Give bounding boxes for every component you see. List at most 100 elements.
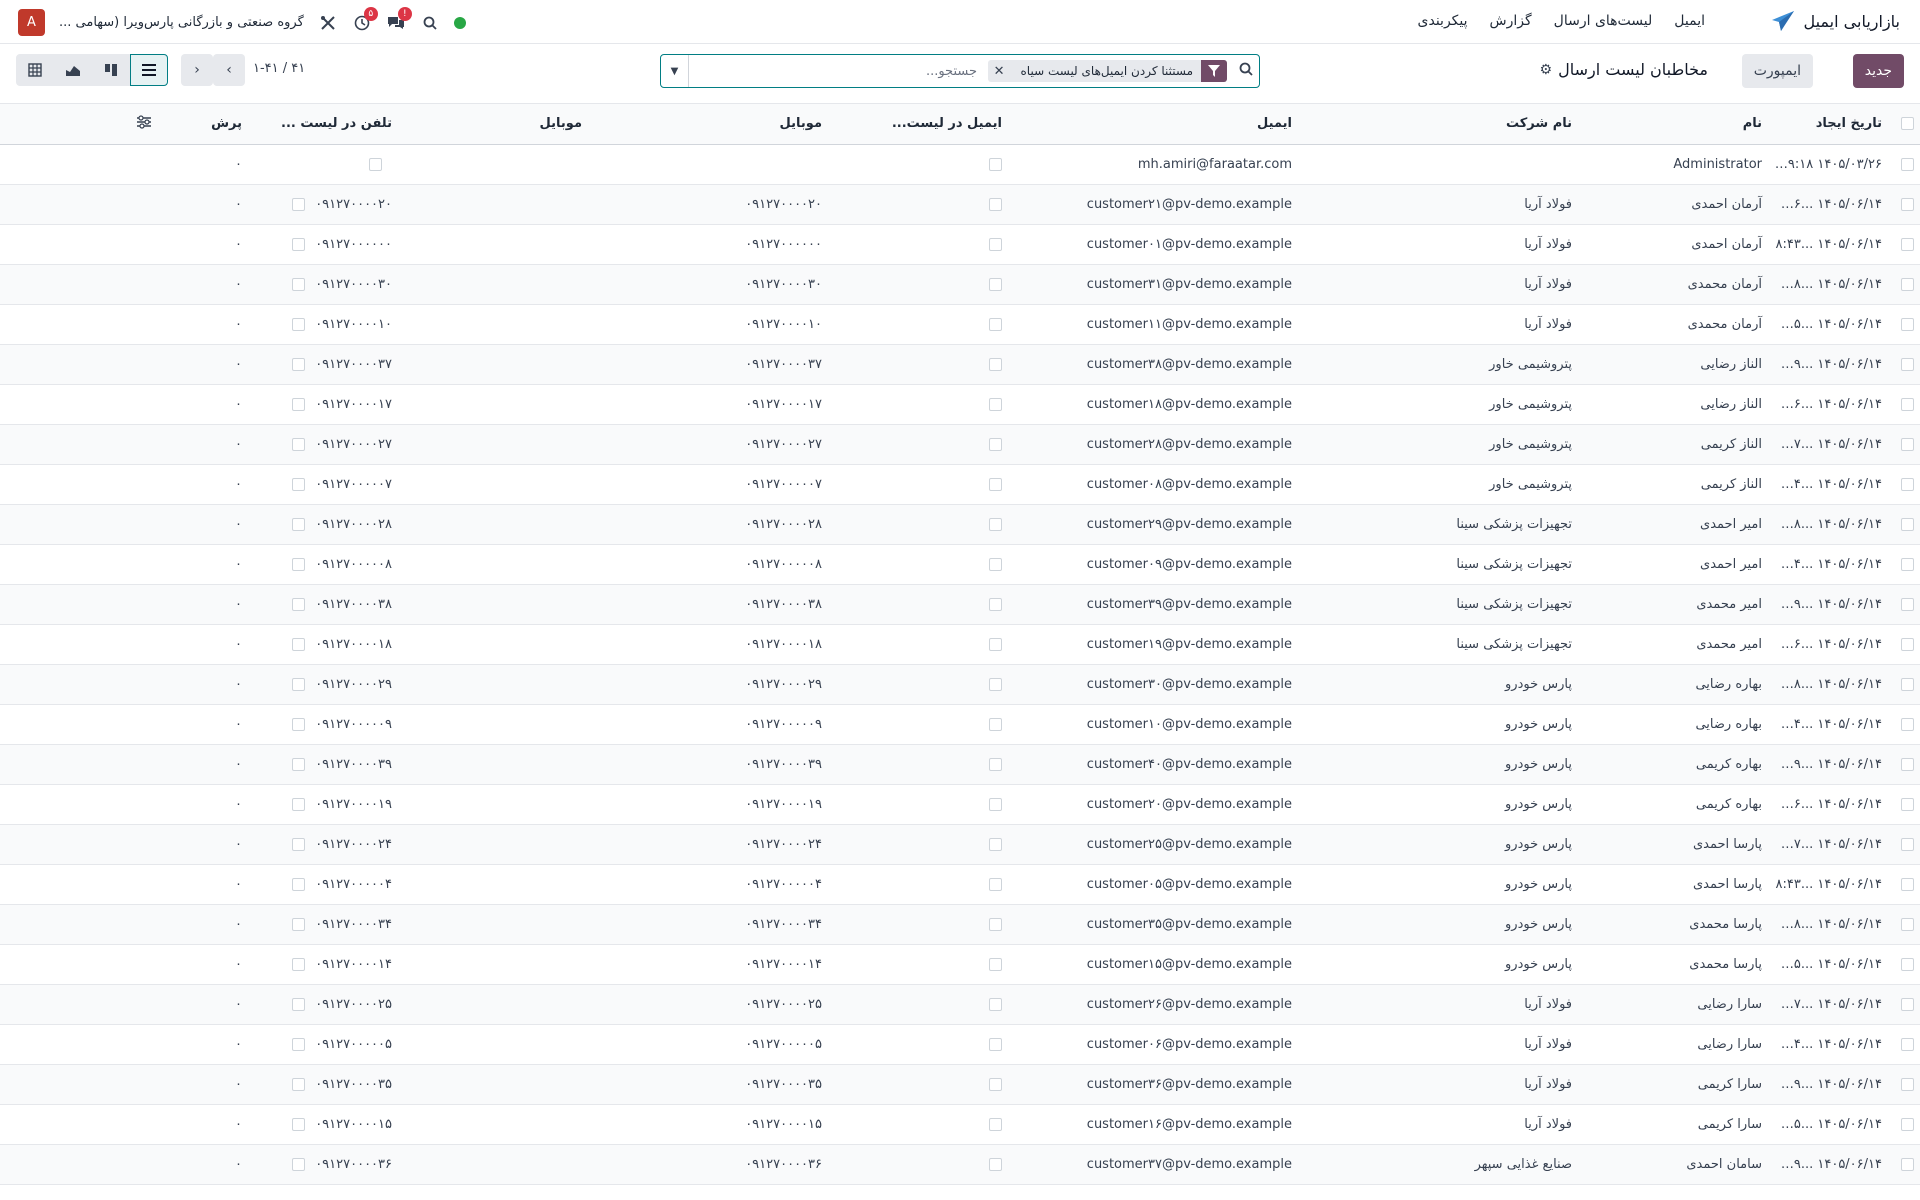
column-header-mobile-2[interactable]: موبایل [398, 104, 588, 145]
cell-name: بهاره رضایی [1578, 664, 1768, 705]
column-header-phone-blacklisted[interactable]: تلفن در لیست ... [248, 104, 398, 145]
pager-previous-button[interactable]: ‹ [181, 54, 213, 86]
cell-bounce: ۰ [158, 944, 248, 985]
table-row[interactable]: ۱۴۰۵/۰۶/۱۴ ...۴۸:۴۸ پارسا محمدی پارس خودرو… [0, 904, 1920, 945]
app-brand[interactable]: بازاریابی ایمیل [1771, 10, 1900, 32]
cell-settings-spacer [0, 1104, 158, 1145]
table-row[interactable]: ۱۴۰۵/۰۶/۱۴ ...۴۸:۴۴ بهاره رضایی پارس خودرو… [0, 704, 1920, 745]
row-select-checkbox[interactable] [1888, 904, 1920, 945]
row-select-checkbox[interactable] [1888, 824, 1920, 865]
kanban-view-icon[interactable] [92, 54, 130, 86]
table-row[interactable]: ۱۴۰۵/۰۶/۱۴ ...۴۸:۴۴ سارا رضایی فولاد آریا c… [0, 1024, 1920, 1065]
cell-email-blacklisted-checkbox [828, 744, 1008, 785]
activity-clock-icon[interactable]: ۵ [352, 6, 378, 33]
row-select-checkbox[interactable] [1888, 1024, 1920, 1065]
menu-item-configuration[interactable]: پیکربندی [1418, 13, 1468, 29]
row-select-checkbox[interactable] [1888, 504, 1920, 545]
row-select-checkbox[interactable] [1888, 184, 1920, 225]
column-header-email[interactable]: ایمیل [1008, 104, 1298, 145]
row-select-checkbox[interactable] [1888, 784, 1920, 825]
select-all-checkbox[interactable] [1888, 104, 1920, 145]
graph-view-icon[interactable] [54, 54, 92, 86]
pager-next-button[interactable]: › [213, 54, 245, 86]
table-row[interactable]: ۱۴۰۵/۰۶/۱۴ ...۴۸:۴۶ امیر محمدی تجهیزات پزش… [0, 624, 1920, 665]
close-icon[interactable]: ✕ [988, 64, 1013, 79]
table-row[interactable]: ۱۴۰۵/۰۶/۱۴ ...۴۸:۴۹ امیر محمدی تجهیزات پزش… [0, 584, 1920, 625]
row-select-checkbox[interactable] [1888, 304, 1920, 345]
row-select-checkbox[interactable] [1888, 144, 1920, 185]
row-select-checkbox[interactable] [1888, 984, 1920, 1025]
phone-value: ۰۹۱۲۷۰۰۰۰۲۵ [315, 996, 392, 1012]
tools-icon[interactable] [318, 13, 338, 33]
row-select-checkbox[interactable] [1888, 424, 1920, 465]
table-row[interactable]: ۱۴۰۵/۰۶/۱۴ ...۸:۴۳ آرمان احمدی فولاد آریا c… [0, 224, 1920, 265]
gear-icon[interactable]: ⚙ [1540, 62, 1553, 78]
row-select-checkbox[interactable] [1888, 544, 1920, 585]
table-row[interactable]: ۱۴۰۵/۰۶/۱۴ ...۴۸:۴۸ آرمان محمدی فولاد آریا… [0, 264, 1920, 305]
row-select-checkbox[interactable] [1888, 624, 1920, 665]
search-icon[interactable] [1233, 62, 1253, 82]
cell-mobile-spacer [398, 304, 588, 345]
menu-item-email[interactable]: ایمیل [1674, 13, 1705, 29]
row-select-checkbox[interactable] [1888, 224, 1920, 265]
table-row[interactable]: ۱۴۰۵/۰۶/۱۴ ...۴۸:۴۴ الناز کریمی پتروشیمی خ… [0, 464, 1920, 505]
chevron-down-icon[interactable]: ▼ [661, 55, 689, 87]
cell-create-date: ۱۴۰۵/۰۶/۱۴ ...۴۸:۴۶ [1768, 384, 1888, 425]
table-row[interactable]: ۱۴۰۵/۰۶/۱۴ ...۴۸:۴۵ پارسا محمدی پارس خودرو… [0, 944, 1920, 985]
cell-bounce: ۰ [158, 864, 248, 905]
table-row[interactable]: ۱۴۰۵/۰۶/۱۴ ...۴۸:۴۷ الناز کریمی پتروشیمی خ… [0, 424, 1920, 465]
row-select-checkbox[interactable] [1888, 464, 1920, 505]
company-switcher[interactable]: گروه صنعتی و بازرگانی پارس‌ویرا (سهامی .… [59, 15, 304, 30]
table-row[interactable]: ۱۴۰۵/۰۶/۱۴ ...۴۸:۴۹ سارا کریمی فولاد آریا c… [0, 1064, 1920, 1105]
table-row[interactable]: ۱۴۰۵/۰۶/۱۴ ...۴۸:۴۸ امیر احمدی تجهیزات پزش… [0, 504, 1920, 545]
column-header-create-date[interactable]: تاریخ ایجاد [1768, 104, 1888, 145]
row-select-checkbox[interactable] [1888, 864, 1920, 905]
row-select-checkbox[interactable] [1888, 664, 1920, 705]
column-header-bounce[interactable]: پرش [158, 104, 248, 145]
table-row[interactable]: ۱۴۰۵/۰۶/۱۴ ...۴۸:۴۷ پارسا احمدی پارس خودرو… [0, 824, 1920, 865]
row-select-checkbox[interactable] [1888, 264, 1920, 305]
column-header-company[interactable]: نام شرکت [1298, 104, 1578, 145]
row-select-checkbox[interactable] [1888, 344, 1920, 385]
row-select-checkbox[interactable] [1888, 584, 1920, 625]
phone-blacklisted-checkbox [292, 557, 306, 571]
search-input[interactable] [692, 59, 977, 83]
pager-value[interactable]: ۱-۴۱ / ۴۱ [253, 61, 305, 76]
column-header-name[interactable]: نام [1578, 104, 1768, 145]
table-row[interactable]: ۱۴۰۵/۰۶/۱۴ ...۴۸:۴۶ بهاره کریمی پارس خودرو… [0, 784, 1920, 825]
row-select-checkbox[interactable] [1888, 704, 1920, 745]
import-button[interactable]: ایمپورت [1741, 54, 1813, 88]
table-row[interactable]: ۱۴۰۵/۰۶/۱۴ ...۴۸:۴۹ بهاره کریمی پارس خودرو… [0, 744, 1920, 785]
table-row[interactable]: ۱۴۰۵/۰۳/۲۶ ۱۸:۱۹:۱۸Administrator mh.amiri… [0, 144, 1920, 185]
new-button[interactable]: جدید [1852, 54, 1904, 88]
column-header-mobile[interactable]: موبایل [588, 104, 828, 145]
table-row[interactable]: ۱۴۰۵/۰۶/۱۴ ...۴۸:۴۸ بهاره رضایی پارس خودرو… [0, 664, 1920, 705]
cell-settings-spacer [0, 904, 158, 945]
table-row[interactable]: ۱۴۰۵/۰۶/۱۴ ...۴۸:۴۵ آرمان محمدی فولاد آریا… [0, 304, 1920, 345]
messages-icon[interactable]: ! [386, 6, 412, 33]
sliders-icon[interactable] [136, 115, 152, 133]
search-icon[interactable] [420, 13, 440, 33]
table-row[interactable]: ۱۴۰۵/۰۶/۱۴ ...۸:۴۳ پارسا احمدی پارس خودرو c… [0, 864, 1920, 905]
row-select-checkbox[interactable] [1888, 1104, 1920, 1145]
menu-item-mailing-lists[interactable]: لیست‌های ارسال [1554, 13, 1653, 29]
menu-item-reporting[interactable]: گزارش [1490, 13, 1532, 29]
row-select-checkbox[interactable] [1888, 744, 1920, 785]
table-row[interactable]: ۱۴۰۵/۰۶/۱۴ ...۴۸:۴۴ امیر احمدی تجهیزات پزش… [0, 544, 1920, 585]
column-settings[interactable] [0, 104, 158, 145]
table-row[interactable]: ۱۴۰۵/۰۶/۱۴ ...۴۸:۴۶ الناز رضایی پتروشیمی خ… [0, 384, 1920, 425]
table-row[interactable]: ۱۴۰۵/۰۶/۱۴ ...۴۸:۴۹ الناز رضایی پتروشیمی خ… [0, 344, 1920, 385]
table-row[interactable]: ۱۴۰۵/۰۶/۱۴ ...۴۸:۴۶ آرمان احمدی فولاد آریا… [0, 184, 1920, 225]
table-row[interactable]: ۱۴۰۵/۰۶/۱۴ ...۴۸:۴۹ سامان احمدی صنایع غذای… [0, 1144, 1920, 1185]
table-row[interactable]: ۱۴۰۵/۰۶/۱۴ ...۴۸:۴۷ سارا رضایی فولاد آریا c… [0, 984, 1920, 1025]
row-select-checkbox[interactable] [1888, 1064, 1920, 1105]
pivot-view-icon[interactable] [16, 54, 54, 86]
list-view-icon[interactable] [130, 54, 168, 86]
user-avatar[interactable]: A [18, 9, 45, 36]
row-select-checkbox[interactable] [1888, 944, 1920, 985]
column-header-email-blacklisted[interactable]: ایمیل در لیست... [828, 104, 1008, 145]
table-row[interactable]: ۱۴۰۵/۰۶/۱۴ ...۴۸:۴۵ سارا کریمی فولاد آریا c… [0, 1104, 1920, 1145]
row-select-checkbox[interactable] [1888, 1144, 1920, 1185]
cell-company: تجهیزات پزشکی سینا [1298, 544, 1578, 585]
row-select-checkbox[interactable] [1888, 384, 1920, 425]
